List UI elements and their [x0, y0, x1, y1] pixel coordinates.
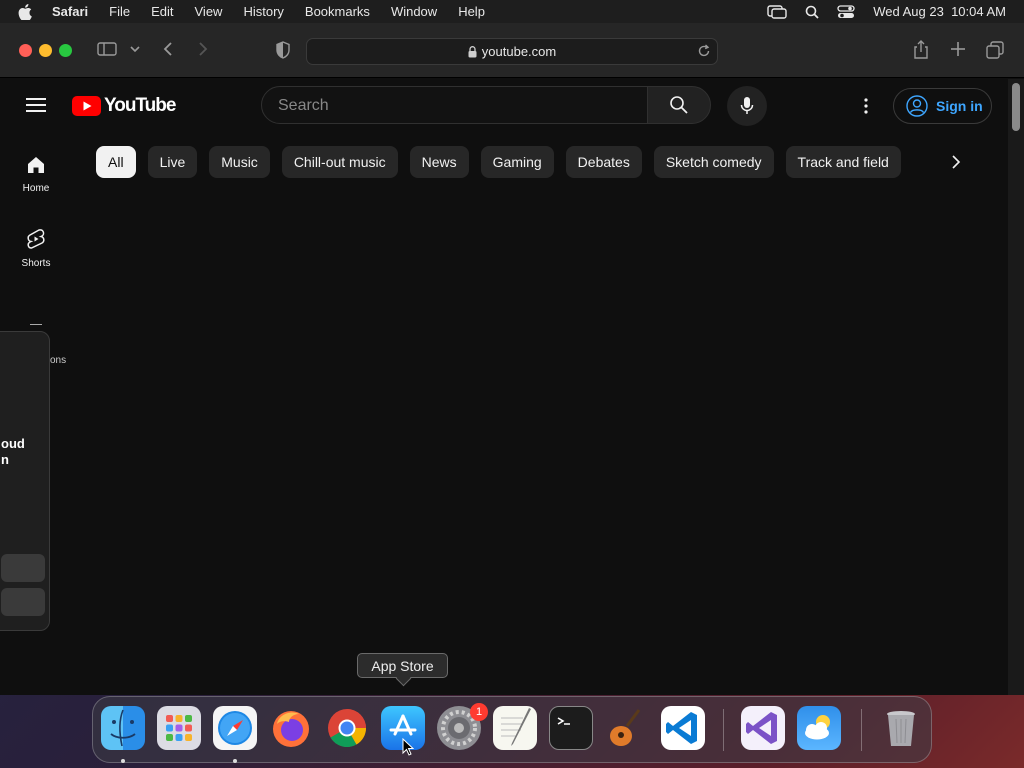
- youtube-logo[interactable]: YouTube: [72, 95, 176, 117]
- finder-icon[interactable]: [101, 706, 145, 750]
- scrollbar-thumb[interactable]: [1012, 83, 1020, 131]
- chip-all[interactable]: All: [96, 146, 136, 178]
- new-tab-icon[interactable]: [950, 41, 966, 57]
- sign-in-popover: oud n: [0, 331, 50, 631]
- safari-window: youtube.com YouTube Search Sign in Home …: [0, 23, 1024, 695]
- microphone-icon: [740, 97, 754, 114]
- share-icon[interactable]: [913, 40, 929, 60]
- chip-gaming[interactable]: Gaming: [480, 146, 554, 178]
- popover-title-line1: oud: [1, 436, 25, 451]
- forward-button-icon[interactable]: [197, 41, 209, 57]
- search-input[interactable]: Search: [261, 86, 648, 124]
- trash-icon[interactable]: [879, 706, 923, 750]
- browser-toolbar: youtube.com: [0, 23, 1024, 78]
- menu-bar: Safari File Edit View History Bookmarks …: [0, 0, 1024, 23]
- guide-label-partial[interactable]: ons: [50, 355, 66, 366]
- menu-window[interactable]: Window: [391, 4, 437, 19]
- url-text: youtube.com: [481, 44, 557, 59]
- visual-studio-icon[interactable]: [741, 706, 785, 750]
- popover-primary-button[interactable]: [1, 554, 45, 582]
- notification-badge: 1: [470, 703, 488, 721]
- window-minimize-button[interactable]: [39, 44, 52, 57]
- search-button[interactable]: [647, 86, 711, 124]
- youtube-wordmark: YouTube: [104, 95, 176, 116]
- more-vertical-icon: [864, 98, 868, 114]
- dock: 1: [92, 696, 932, 763]
- chip-live[interactable]: Live: [147, 146, 198, 178]
- menu-app-name[interactable]: Safari: [52, 4, 88, 19]
- chip-track-and-field[interactable]: Track and field: [785, 146, 901, 178]
- dock-separator-2: [861, 709, 862, 751]
- lock-icon: [468, 45, 477, 58]
- spotlight-search-icon[interactable]: [805, 5, 819, 19]
- menu-help[interactable]: Help: [458, 4, 485, 19]
- window-zoom-button[interactable]: [59, 44, 72, 57]
- menu-view[interactable]: View: [195, 4, 223, 19]
- settings-more-button[interactable]: [856, 94, 876, 118]
- address-bar[interactable]: youtube.com: [306, 38, 718, 65]
- weather-icon[interactable]: [797, 706, 841, 750]
- page-scrollbar[interactable]: [1008, 79, 1024, 695]
- tab-overview-icon[interactable]: [986, 41, 1004, 59]
- search-icon: [670, 96, 688, 114]
- chip-music[interactable]: Music: [209, 146, 270, 178]
- safari-running-indicator: [233, 759, 237, 763]
- voice-search-button[interactable]: [727, 86, 767, 126]
- dock-separator: [723, 709, 724, 751]
- chip-sketch-comedy[interactable]: Sketch comedy: [653, 146, 774, 178]
- finder-running-indicator: [121, 759, 125, 763]
- guide-item-home[interactable]: Home: [0, 155, 72, 194]
- sign-in-label: Sign in: [936, 98, 983, 114]
- reload-icon[interactable]: [697, 44, 711, 61]
- account-circle-icon: [906, 95, 928, 117]
- garageband-icon[interactable]: [605, 706, 649, 750]
- guide-item-shorts[interactable]: Shorts: [0, 228, 72, 269]
- terminal-icon[interactable]: [549, 706, 593, 750]
- menu-clock[interactable]: Wed Aug 23 10:04 AM: [873, 4, 1006, 19]
- chip-debates[interactable]: Debates: [565, 146, 642, 178]
- back-button-icon[interactable]: [162, 41, 174, 57]
- chrome-icon[interactable]: [325, 706, 369, 750]
- menu-file[interactable]: File: [109, 4, 130, 19]
- dock-tooltip: App Store: [357, 653, 448, 678]
- apple-menu-icon[interactable]: [18, 3, 36, 20]
- youtube-play-icon: [72, 96, 101, 116]
- home-icon: [28, 157, 44, 173]
- hamburger-menu-icon[interactable]: [26, 97, 46, 118]
- window-close-button[interactable]: [19, 44, 32, 57]
- vscode-icon[interactable]: [661, 706, 705, 750]
- guide-divider: [30, 324, 42, 325]
- chip-news[interactable]: News: [409, 146, 469, 178]
- textedit-icon[interactable]: [493, 706, 537, 750]
- sign-in-button[interactable]: Sign in: [893, 88, 992, 124]
- chip-chill-out-music[interactable]: Chill-out music: [281, 146, 398, 178]
- popover-secondary-button[interactable]: [1, 588, 45, 616]
- menu-history[interactable]: History: [243, 4, 283, 19]
- guide-label-shorts: Shorts: [21, 258, 51, 269]
- safari-icon[interactable]: [213, 706, 257, 750]
- launchpad-icon[interactable]: [157, 706, 201, 750]
- shorts-icon: [27, 229, 45, 249]
- youtube-page: YouTube Search Sign in Home Shorts ons A…: [0, 79, 1008, 695]
- mouse-cursor-icon: [402, 737, 415, 761]
- menu-edit[interactable]: Edit: [151, 4, 173, 19]
- guide-label-home: Home: [22, 183, 50, 194]
- menu-bookmarks[interactable]: Bookmarks: [305, 4, 370, 19]
- chevron-down-icon[interactable]: [130, 45, 140, 53]
- control-center-icon[interactable]: [837, 4, 855, 19]
- category-chips: All Live Music Chill-out music News Gami…: [96, 146, 901, 178]
- chip-scroll-right-icon[interactable]: [946, 152, 966, 177]
- screen-mirroring-icon[interactable]: [767, 4, 787, 19]
- firefox-icon[interactable]: [269, 706, 313, 750]
- sidebar-toggle-icon[interactable]: [97, 41, 117, 57]
- privacy-shield-icon[interactable]: [275, 41, 291, 59]
- popover-title-line2: n: [1, 452, 9, 467]
